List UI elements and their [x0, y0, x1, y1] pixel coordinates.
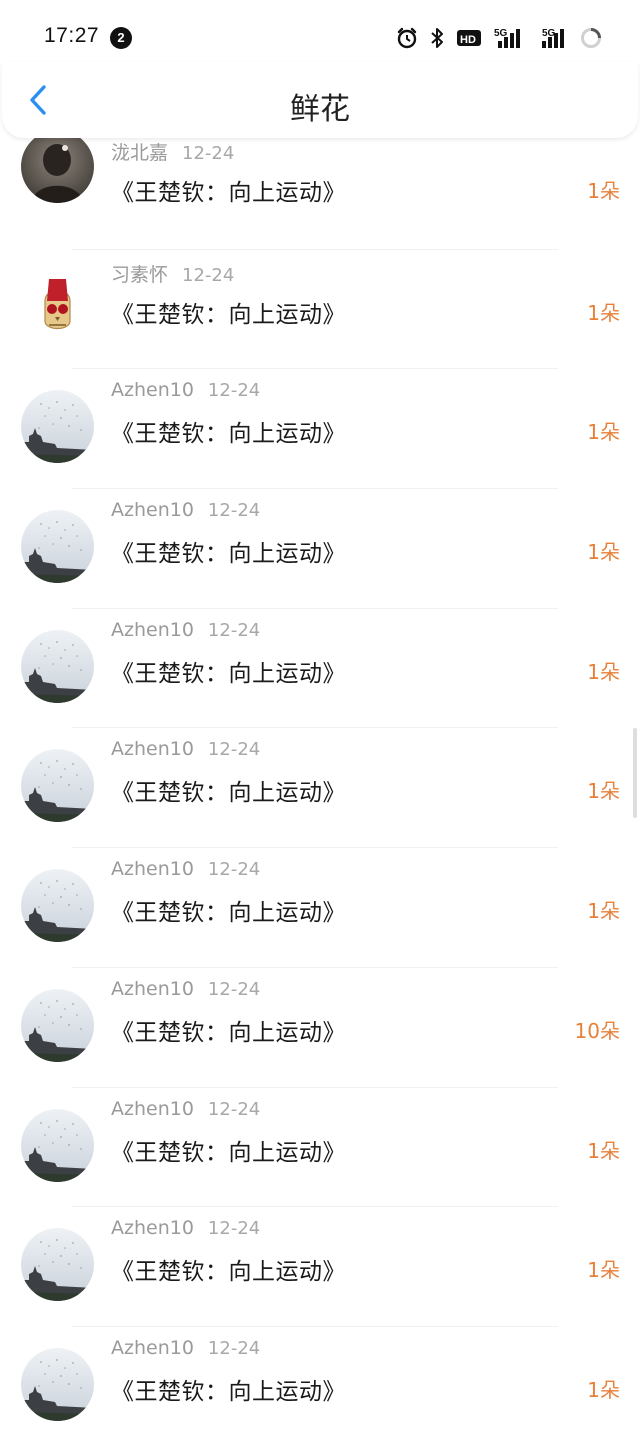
- date-text: 12-24: [207, 619, 261, 641]
- page-title: 鲜花: [290, 92, 350, 127]
- flower-count: 1朵: [587, 1377, 620, 1402]
- item-title[interactable]: 《王楚钦：向上运动》: [111, 1133, 346, 1167]
- app-header: 鲜花: [2, 62, 638, 138]
- item-title[interactable]: 《王楚钦：向上运动》: [111, 654, 346, 688]
- list-item[interactable]: Azhen10 12-24 《王楚钦：向上运动》 1朵: [0, 728, 640, 849]
- date-text: 12-24: [207, 739, 261, 761]
- item-title[interactable]: 《王楚钦：向上运动》: [111, 295, 346, 329]
- item-title[interactable]: 《王楚钦：向上运动》: [111, 893, 346, 927]
- bluetooth-icon: [431, 28, 443, 48]
- date-text: 12-24: [207, 1218, 261, 1240]
- signal-5g-icon: 5G: [494, 28, 520, 48]
- avatar[interactable]: [21, 510, 94, 584]
- item-title[interactable]: 《王楚钦：向上运动》: [111, 1252, 346, 1286]
- username-text[interactable]: Azhen10: [111, 379, 194, 401]
- username[interactable]: Azhen10 12-24: [111, 858, 260, 880]
- list-item[interactable]: Azhen10 12-24 《王楚钦：向上运动》 10朵: [0, 968, 640, 1088]
- alarm-icon: [397, 27, 417, 49]
- username[interactable]: Azhen10 12-24: [111, 978, 260, 1000]
- signal-5g-icon: 5G: [542, 28, 564, 48]
- flower-count: 1朵: [587, 1258, 620, 1283]
- avatar[interactable]: [21, 1108, 94, 1182]
- flower-list: 泷北嘉 12-24 《王楚钦：向上运动》 1朵 习素怀 12-24 《王楚钦：向上运动》 1朵…: [0, 128, 640, 1431]
- list-item[interactable]: 习素怀 12-24 《王楚钦：向上运动》 1朵: [0, 250, 640, 370]
- list-item[interactable]: Azhen10 12-24 《王楚钦：向上运动》 1朵: [0, 1088, 640, 1208]
- avatar[interactable]: [21, 1228, 94, 1302]
- username-text[interactable]: Azhen10: [111, 1098, 194, 1120]
- username[interactable]: Azhen10 12-24: [111, 1098, 260, 1120]
- avatar[interactable]: [21, 130, 94, 203]
- hd-icon: HD: [457, 30, 481, 46]
- flower-count: 10朵: [574, 1018, 620, 1043]
- notification-badge: 2: [110, 27, 132, 49]
- avatar[interactable]: [21, 869, 94, 943]
- avatar[interactable]: [21, 270, 94, 344]
- date-text: 12-24: [182, 264, 235, 286]
- item-title[interactable]: 《王楚钦：向上运动》: [111, 1372, 346, 1406]
- item-title[interactable]: 《王楚钦：向上运动》: [111, 414, 346, 448]
- date-text: 12-24: [207, 1098, 261, 1120]
- flower-count: 1朵: [587, 899, 620, 924]
- flower-count: 1朵: [587, 300, 620, 325]
- list-item[interactable]: 泷北嘉 12-24 《王楚钦：向上运动》 1朵: [0, 130, 640, 250]
- list-item[interactable]: Azhen10 12-24 《王楚钦：向上运动》 1朵: [0, 848, 640, 968]
- item-title[interactable]: 《王楚钦：向上运动》: [111, 534, 346, 568]
- avatar[interactable]: [21, 1347, 94, 1421]
- username-text[interactable]: Azhen10: [111, 738, 194, 760]
- flower-count: 1朵: [587, 779, 620, 804]
- username-text[interactable]: Azhen10: [111, 619, 194, 641]
- list-item[interactable]: Azhen10 12-24 《王楚钦：向上运动》 1朵: [0, 1207, 640, 1327]
- flower-count: 1朵: [587, 540, 620, 565]
- username-text[interactable]: Azhen10: [111, 1217, 194, 1239]
- username-text[interactable]: Azhen10: [111, 858, 194, 880]
- username[interactable]: 习素怀 12-24: [111, 260, 234, 287]
- username-text[interactable]: Azhen10: [111, 978, 194, 1000]
- flower-count: 1朵: [587, 1138, 620, 1163]
- list-item[interactable]: Azhen10 12-24 《王楚钦：向上运动》 1朵: [0, 369, 640, 490]
- item-title[interactable]: 《王楚钦：向上运动》: [111, 773, 346, 807]
- avatar[interactable]: [21, 390, 94, 464]
- username[interactable]: Azhen10 12-24: [111, 499, 260, 521]
- username-text[interactable]: 习素怀: [111, 264, 168, 286]
- avatar[interactable]: [21, 629, 94, 703]
- date-text: 12-24: [207, 1337, 261, 1359]
- username-text[interactable]: Azhen10: [111, 499, 194, 521]
- svg-text:HD: HD: [460, 34, 476, 46]
- item-title[interactable]: 《王楚钦：向上运动》: [111, 173, 346, 207]
- status-icons: HD 5G 5G: [396, 24, 602, 52]
- username[interactable]: Azhen10 12-24: [111, 619, 260, 641]
- list-item[interactable]: Azhen10 12-24 《王楚钦：向上运动》 1朵: [0, 1327, 640, 1431]
- loading-circle-icon: [581, 28, 601, 48]
- date-text: 12-24: [207, 500, 261, 522]
- username[interactable]: Azhen10 12-24: [111, 1337, 260, 1359]
- status-time: 17:27: [44, 24, 100, 47]
- avatar[interactable]: [21, 749, 94, 823]
- username-text[interactable]: 泷北嘉: [111, 142, 168, 164]
- list-item[interactable]: Azhen10 12-24 《王楚钦：向上运动》 1朵: [0, 489, 640, 609]
- username[interactable]: 泷北嘉 12-24: [111, 138, 234, 165]
- date-text: 12-24: [207, 859, 261, 881]
- username[interactable]: Azhen10 12-24: [111, 738, 260, 760]
- item-title[interactable]: 《王楚钦：向上运动》: [111, 1013, 346, 1047]
- scrollbar[interactable]: [633, 728, 637, 818]
- username-text[interactable]: Azhen10: [111, 1337, 194, 1359]
- flower-count: 1朵: [587, 420, 620, 445]
- date-text: 12-24: [182, 143, 235, 164]
- username[interactable]: Azhen10 12-24: [111, 1217, 260, 1239]
- list-item[interactable]: Azhen10 12-24 《王楚钦：向上运动》 1朵: [0, 609, 640, 729]
- date-text: 12-24: [207, 978, 261, 1000]
- flower-count: 1朵: [587, 179, 620, 203]
- flower-count: 1朵: [587, 659, 620, 684]
- username[interactable]: Azhen10 12-24: [111, 379, 260, 401]
- avatar[interactable]: [21, 988, 94, 1062]
- date-text: 12-24: [207, 380, 261, 402]
